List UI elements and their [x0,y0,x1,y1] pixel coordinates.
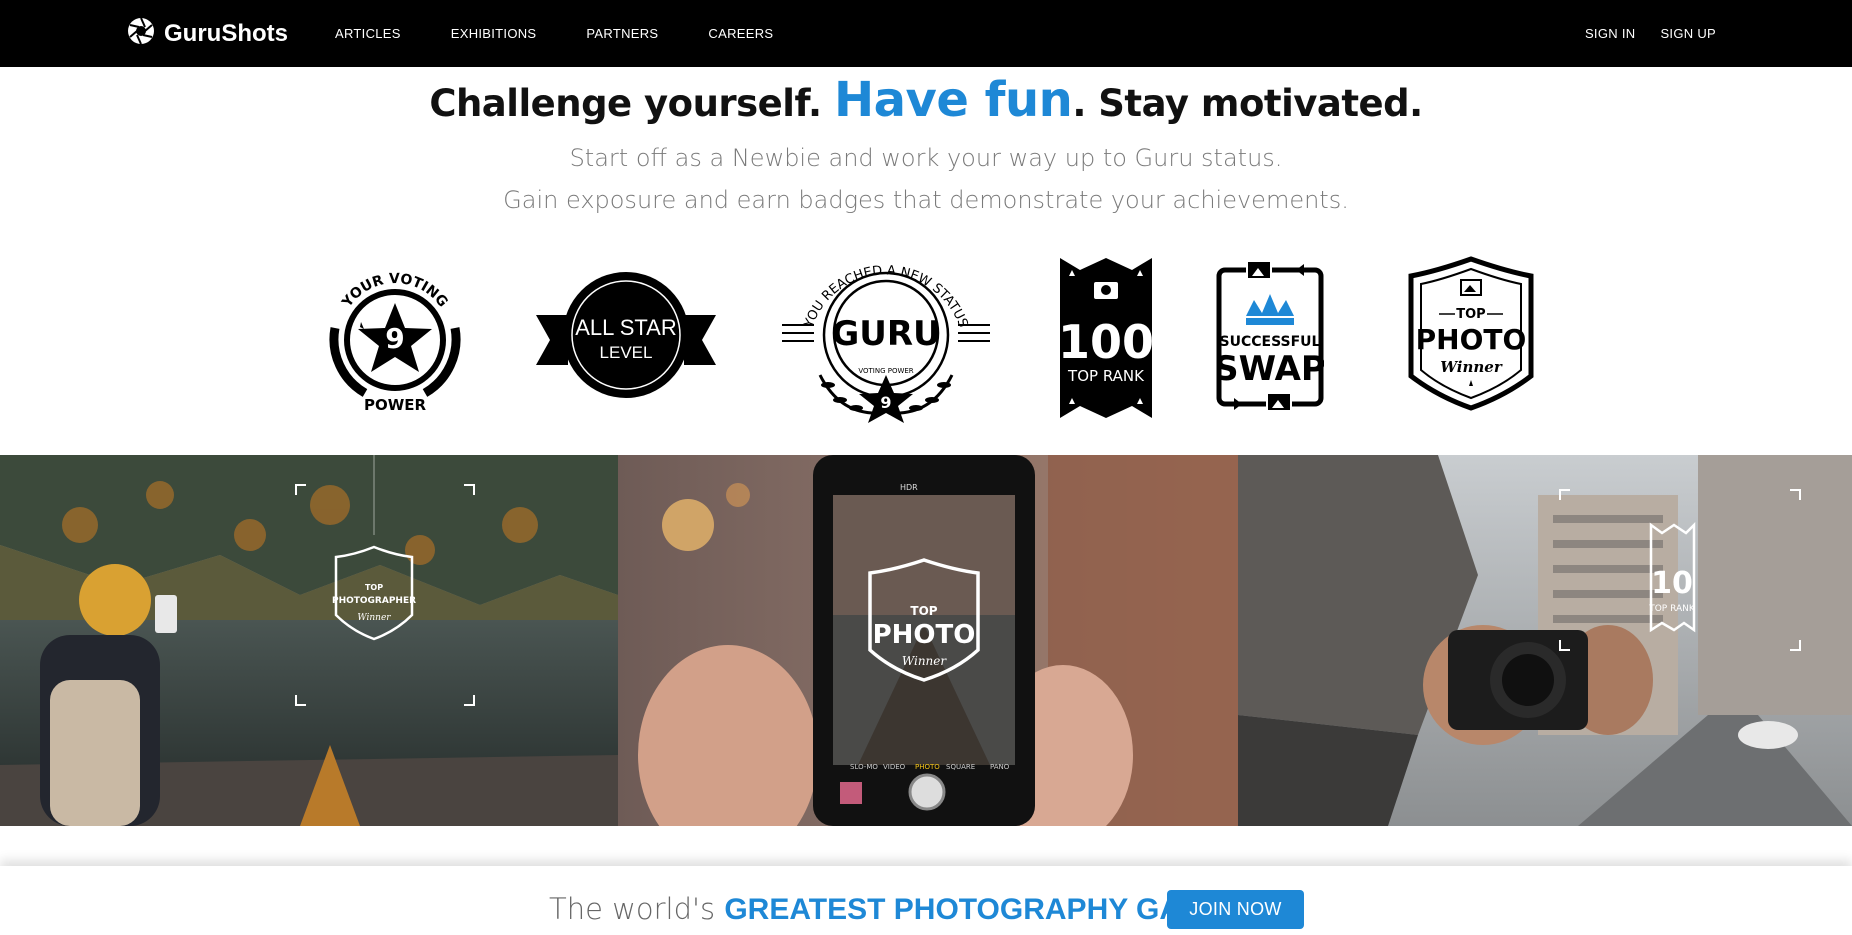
brand-name: GuruShots [164,19,288,47]
join-now-button[interactable]: JOIN NOW [1167,890,1304,929]
hero-subtext-1: Start off as a Newbie and work your way … [569,144,1283,172]
overlay3-number: 10 [1651,566,1693,601]
nav-articles[interactable]: ARTICLES [335,26,401,41]
banner-lead: The world's [549,892,725,926]
overlay1-line3: Winner [357,613,391,623]
logo[interactable]: GuruShots [126,16,288,51]
photo-street: 10 TOP RANK [1238,455,1852,826]
photo-phone: HDR TOP PHOTO Winner SLO-MO VIDEO PHOTO … [618,455,1238,826]
headline-part1: Challenge yourself. [429,82,822,125]
all-star-badge: ALL STAR LEVEL [536,270,716,405]
nav-links: ARTICLES EXHIBITIONS PARTNERS CAREERS [335,0,823,67]
top-rank-label: TOP RANK [1067,367,1145,385]
top-photo-badge: TOP PHOTO Winner [1405,256,1537,417]
banner-accent: GREATEST PHOTOGRAPHY GAME [724,893,1227,926]
bottom-banner: The world's GREATEST PHOTOGRAPHY GAME [0,866,1852,935]
hero-subtext-2: Gain exposure and earn badges that demon… [503,186,1349,214]
overlay1-line2: PHOTOGRAPHER [332,596,416,606]
voting-power-badge: 9 YOUR VOTING POWER [315,258,475,423]
top-rank-badge: 100 TOP RANK [1058,258,1154,423]
overlay3-label: TOP RANK [1648,604,1696,614]
swap-badge: SUCCESSFUL SWAP [1214,258,1326,419]
swap-line1: SUCCESSFUL [1220,334,1321,350]
hero-headline: Challenge yourself. Have fun. Stay motiv… [0,72,1852,128]
auth-links: SIGN IN SIGN UP [1585,0,1716,67]
headline-part2: . Stay motivated. [1072,82,1423,125]
nav-exhibitions[interactable]: EXHIBITIONS [451,26,537,41]
swap-line2: SWAP [1216,349,1324,389]
camera-mode-photo: PHOTO [915,763,940,771]
nav-careers[interactable]: CAREERS [708,26,773,41]
hdr-label: HDR [900,483,918,492]
guru-badge: YOU REACHED A NEW STATUS GURU VOTING POW… [780,245,992,430]
photo-lake: TOP PHOTOGRAPHER Winner [0,455,618,826]
overlay2-line2: PHOTO [873,620,976,650]
top-photo-line3: Winner [1440,358,1503,376]
guru-number: 9 [880,393,891,412]
overlay2-line3: Winner [902,654,948,668]
top-photo-line1: TOP [1456,307,1485,322]
voting-bottom-text: POWER [364,396,427,414]
top-photo-line2: PHOTO [1416,323,1527,356]
aperture-icon [126,16,156,51]
guru-small-text: VOTING POWER [858,367,913,375]
camera-mode-video: VIDEO [883,763,906,771]
all-star-line1: ALL STAR [575,315,676,340]
camera-mode-square: SQUARE [946,763,975,771]
overlay2-line1: TOP [910,604,937,618]
voting-number: 9 [385,322,404,355]
nav-partners[interactable]: PARTNERS [586,26,658,41]
all-star-line2: LEVEL [600,343,653,362]
overlay1-line1: TOP [365,583,383,592]
sign-up-link[interactable]: SIGN UP [1660,26,1716,41]
top-rank-number: 100 [1060,315,1152,369]
camera-mode-slomo: SLO-MO [850,763,878,771]
headline-accent: Have fun [833,72,1073,128]
sign-in-link[interactable]: SIGN IN [1585,26,1636,41]
camera-mode-pano: PANO [990,763,1010,771]
banner-text: The world's GREATEST PHOTOGRAPHY GAME [549,892,1226,927]
top-navbar: GuruShots ARTICLES EXHIBITIONS PARTNERS … [0,0,1852,67]
guru-title: GURU [831,314,940,354]
